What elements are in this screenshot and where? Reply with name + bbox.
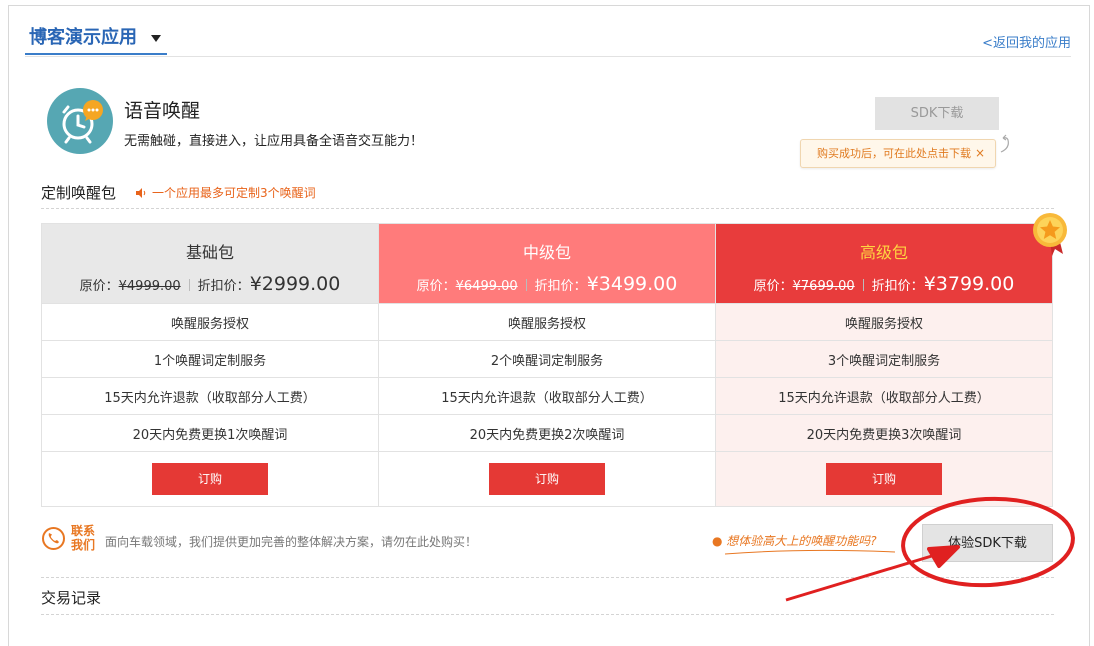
app-selector[interactable]: 博客演示应用: [25, 23, 167, 55]
speaker-icon: [136, 188, 146, 198]
package-header-mid: 中级包 原价：¥6499.00 折扣价：¥3499.00: [378, 223, 716, 304]
package-header-pro: 高级包 原价：¥7699.00 折扣价：¥3799.00: [715, 223, 1053, 304]
back-to-my-apps-link[interactable]: <返回我的应用: [982, 32, 1071, 51]
package-name: 高级包: [859, 243, 908, 262]
feature-cell: 20天内免费更换3次唤醒词: [715, 414, 1053, 452]
alarm-clock-chat-icon: [47, 88, 113, 154]
buy-cell: 订购: [715, 451, 1053, 507]
package-name: 中级包: [522, 243, 571, 262]
feature-row: 20天内免费更换1次唤醒词 20天内免费更换2次唤醒词 20天内免费更换3次唤醒…: [41, 414, 1053, 452]
feature-cell: 2个唤醒词定制服务: [378, 340, 716, 378]
feature-cell: 15天内允许退款（收取部分人工费）: [41, 377, 379, 415]
package-name: 基础包: [185, 243, 234, 262]
package-price: 原价：¥7699.00 折扣价：¥3799.00: [753, 273, 1015, 295]
custom-package-hint-text: 一个应用最多可定制3个唤醒词: [152, 186, 316, 200]
divider: [41, 208, 1054, 209]
feature-cell: 15天内允许退款（收取部分人工费）: [378, 377, 716, 415]
package-header-row: 基础包 原价：¥4999.00 折扣价：¥2999.00 中级包 原价：¥6499…: [41, 223, 1053, 304]
divider: [41, 614, 1054, 615]
package-price: 原价：¥4999.00 折扣价：¥2999.00: [79, 273, 341, 295]
feature-cell: 唤醒服务授权: [378, 303, 716, 341]
feature-cell: 20天内免费更换1次唤醒词: [41, 414, 379, 452]
buy-row: 订购 订购 订购: [41, 451, 1053, 507]
product-name: 语音唤醒: [124, 100, 201, 122]
feature-cell: 20天内免费更换2次唤醒词: [378, 414, 716, 452]
discount-price: ¥3799.00: [923, 273, 1015, 295]
caret-down-icon: [151, 35, 161, 42]
trial-sdk-download-button[interactable]: 体验SDK下载: [922, 524, 1053, 562]
feature-cell: 3个唤醒词定制服务: [715, 340, 1053, 378]
buy-cell: 订购: [41, 451, 379, 507]
feature-row: 1个唤醒词定制服务 2个唤醒词定制服务 3个唤醒词定制服务: [41, 340, 1053, 378]
promo-underline: [725, 549, 895, 555]
custom-package-title: 定制唤醒包: [41, 184, 117, 202]
feature-cell: 1个唤醒词定制服务: [41, 340, 379, 378]
feature-cell: 唤醒服务授权: [41, 303, 379, 341]
download-tip: 购买成功后，可在此处点击下载 ×: [800, 139, 996, 168]
feature-row: 唤醒服务授权 唤醒服务授权 唤醒服务授权: [41, 303, 1053, 341]
package-price: 原价：¥6499.00 折扣价：¥3499.00: [416, 273, 678, 295]
divider: [41, 577, 1054, 578]
feature-row: 15天内允许退款（收取部分人工费） 15天内允许退款（收取部分人工费） 15天内…: [41, 377, 1053, 415]
top-bar: 博客演示应用 <返回我的应用: [25, 20, 1071, 57]
close-icon[interactable]: ×: [975, 140, 985, 167]
buy-pro-button[interactable]: 订购: [826, 463, 942, 495]
buy-mid-button[interactable]: 订购: [489, 463, 605, 495]
medal-star-icon: [1033, 213, 1067, 256]
package-header-basic: 基础包 原价：¥4999.00 折扣价：¥2999.00: [41, 223, 379, 304]
curved-arrow-icon: [1000, 134, 1009, 153]
original-price: ¥6499.00: [455, 279, 518, 294]
phone-icon: [42, 527, 65, 550]
feature-cell: 唤醒服务授权: [715, 303, 1053, 341]
download-tip-text: 购买成功后，可在此处点击下载: [817, 147, 971, 160]
custom-package-hint: 一个应用最多可定制3个唤醒词: [136, 184, 316, 201]
sdk-download-button[interactable]: SDK下载: [875, 97, 999, 130]
feature-cell: 15天内允许退款（收取部分人工费）: [715, 377, 1053, 415]
promo-text: ● 想体验高大上的唤醒功能吗?: [712, 534, 877, 548]
original-price: ¥4999.00: [118, 279, 181, 294]
discount-price: ¥3499.00: [586, 273, 678, 295]
contact-us-label: 联系 我们: [71, 524, 96, 552]
transaction-records-title: 交易记录: [41, 589, 102, 607]
original-price: ¥7699.00: [792, 279, 855, 294]
app-title: 博客演示应用: [29, 27, 137, 48]
contact-description: 面向车载领域，我们提供更加完善的整体解决方案，请勿在此处购买！: [105, 535, 478, 549]
discount-price: ¥2999.00: [249, 273, 341, 295]
package-table: 基础包 原价：¥4999.00 折扣价：¥2999.00 中级包 原价：¥6499…: [41, 223, 1053, 507]
buy-cell: 订购: [378, 451, 716, 507]
product-description: 无需触碰，直接进入，让应用具备全语音交互能力！: [124, 134, 424, 149]
buy-basic-button[interactable]: 订购: [152, 463, 268, 495]
